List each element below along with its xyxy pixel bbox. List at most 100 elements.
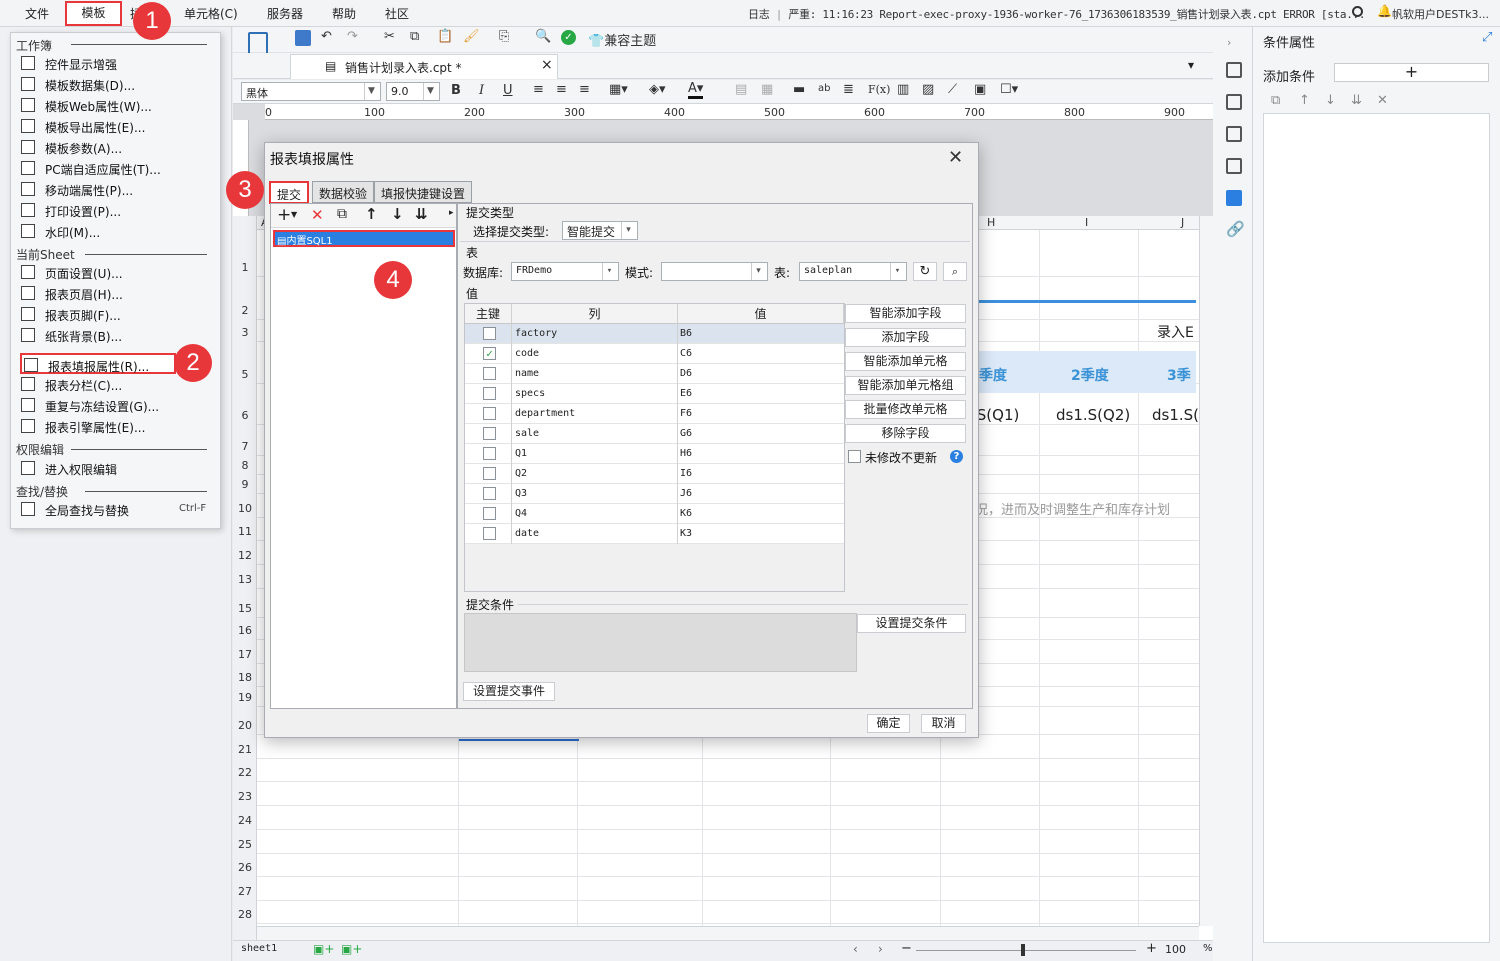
table-row[interactable]: Q1 H6 [465,444,844,464]
menu-item-perm-0[interactable]: 进入权限编辑 [19,458,215,479]
document-tab[interactable]: ▤ 销售计划录入表.cpt * × [290,54,558,79]
cell-attr-icon[interactable] [1226,62,1242,78]
font-size-select[interactable]: 9.0 ▼ [386,82,440,101]
menu-item-workbook-5[interactable]: PC端自适应属性(T)... [19,158,215,179]
menu-item-workbook-1[interactable]: 模板数据集(D)... [19,74,215,95]
menu-item-workbook-3[interactable]: 模板导出属性(E)... [19,116,215,137]
row-number[interactable]: 3 [233,326,257,339]
table-row[interactable]: ✓ code C6 [465,344,844,364]
submit-condition-area[interactable] [464,613,857,672]
font-color-icon[interactable]: A▾ [688,81,704,99]
column-value[interactable]: J6 [680,488,692,499]
table-row[interactable]: department F6 [465,404,844,424]
row-number[interactable]: 27 [233,885,257,898]
sort-icon[interactable]: ⇊ [1351,93,1362,108]
check-icon[interactable]: ✓ [561,30,576,45]
more-icon[interactable]: ▸ [449,208,454,218]
row-number[interactable]: 28 [233,908,257,921]
redo-icon[interactable]: ↷ [347,29,358,44]
menu-cell[interactable]: 单元格(C) [184,5,238,22]
column-value[interactable]: C6 [680,348,692,359]
align-right-icon[interactable]: ≡ [579,82,590,97]
row-number[interactable]: 2 [233,304,257,317]
row-number[interactable]: 21 [233,743,257,756]
hyperlink-icon[interactable]: 🔗 [1226,220,1245,238]
menu-community[interactable]: 社区 [385,5,409,22]
row-number[interactable]: 25 [233,838,257,851]
tab-shortcut-settings[interactable]: 填报快捷键设置 [374,181,473,203]
column-value[interactable]: B6 [680,328,692,339]
align-left-icon[interactable]: ≡ [533,82,544,97]
column-name[interactable]: Q2 [515,468,527,479]
log-label[interactable]: 日志 [748,8,770,21]
copy-condition-icon[interactable]: ⧉ [1271,93,1280,108]
prev-sheet-icon[interactable]: ‹ [853,942,858,956]
search-icon[interactable] [1352,6,1363,17]
set-submit-event-button[interactable]: 设置提交事件 [463,682,555,701]
move-up-icon[interactable]: ↑ [1299,93,1310,108]
formula-icon[interactable]: F(x) [868,83,890,96]
menu-help[interactable]: 帮助 [332,5,356,22]
column-value[interactable]: K6 [680,508,692,519]
frame-icon[interactable]: ☐▾ [1000,82,1018,97]
table-row[interactable]: Q3 J6 [465,484,844,504]
row-number[interactable]: 12 [233,549,257,562]
delete-icon[interactable]: ✕ [311,206,324,224]
col-header-h[interactable]: H [987,216,995,229]
add-sheet-icon[interactable]: ▣+ [313,942,334,956]
no-update-checkbox[interactable] [848,450,861,463]
delete-condition-icon[interactable]: ✕ [1377,93,1388,108]
quarter-2[interactable]: 2季度 [1071,365,1109,385]
side-button-3[interactable]: 智能添加单元格组 [845,376,966,395]
add-dashboard-icon[interactable]: ▣+ [341,942,362,956]
horizontal-scrollbar[interactable] [257,926,1199,940]
menu-item-sheet-0[interactable]: 页面设置(U)... [19,262,215,283]
next-sheet-icon[interactable]: › [878,942,883,956]
menu-item-sheet-4[interactable]: 报表填报属性(R)... [20,353,176,374]
menu-item-workbook-7[interactable]: 打印设置(P)... [19,200,215,221]
row-number[interactable]: 24 [233,814,257,827]
row-number[interactable]: 15 [233,602,257,615]
chevron-down-icon[interactable]: ▼ [291,210,297,219]
col-header-column[interactable]: 列 [512,304,678,324]
row-number[interactable]: 26 [233,861,257,874]
cancel-button[interactable]: 取消 [921,714,966,733]
expand-icon[interactable]: › [1227,36,1231,49]
table-row[interactable]: factory B6 [465,324,844,344]
schema-select[interactable]: ▾ [661,262,768,281]
condition-active-icon[interactable] [1226,190,1242,206]
font-name-select[interactable]: 黑体 ▼ [241,82,381,101]
table-row[interactable]: sale G6 [465,424,844,444]
sort-icon[interactable]: ⇊ [415,205,428,223]
ok-button[interactable]: 确定 [867,714,910,733]
column-value[interactable]: I6 [680,468,692,479]
column-value[interactable]: E6 [680,388,692,399]
add-icon[interactable]: + [277,205,291,225]
sheet-tab[interactable]: sheet1 [241,943,277,954]
col-header-i[interactable]: I [1085,216,1088,229]
menu-server[interactable]: 服务器 [267,5,303,22]
row-number[interactable]: 13 [233,573,257,586]
merge-icon[interactable]: ▤ [735,82,747,97]
column-name[interactable]: sale [515,428,539,439]
primary-key-checkbox[interactable]: ✓ [483,347,496,360]
column-value[interactable]: D6 [680,368,692,379]
column-value[interactable]: G6 [680,428,692,439]
menu-item-workbook-6[interactable]: 移动端属性(P)... [19,179,215,200]
column-name[interactable]: code [515,348,539,359]
paste-icon[interactable]: 📋 [437,29,453,44]
bell-icon[interactable]: 🔔 [1377,4,1392,18]
row-number[interactable]: 6 [233,409,257,422]
user-name[interactable]: 帆软用户DESTk3... [1392,6,1489,22]
zoom-slider[interactable] [916,950,1136,951]
zoom-value[interactable]: 100 [1165,943,1186,956]
formula-q1[interactable]: .S(Q1) [972,406,1019,424]
vertical-scrollbar[interactable] [1199,216,1213,926]
menu-item-sheet-1[interactable]: 报表页眉(H)... [19,283,215,304]
align-center-icon[interactable]: ≡ [556,82,567,97]
primary-key-checkbox[interactable] [483,367,496,380]
menu-item-find-0[interactable]: 全局查找与替换 Ctrl-F [19,499,215,520]
row-number[interactable]: 9 [233,478,257,491]
column-name[interactable]: name [515,368,539,379]
compat-theme-button[interactable]: 👕兼容主题 [588,30,656,49]
